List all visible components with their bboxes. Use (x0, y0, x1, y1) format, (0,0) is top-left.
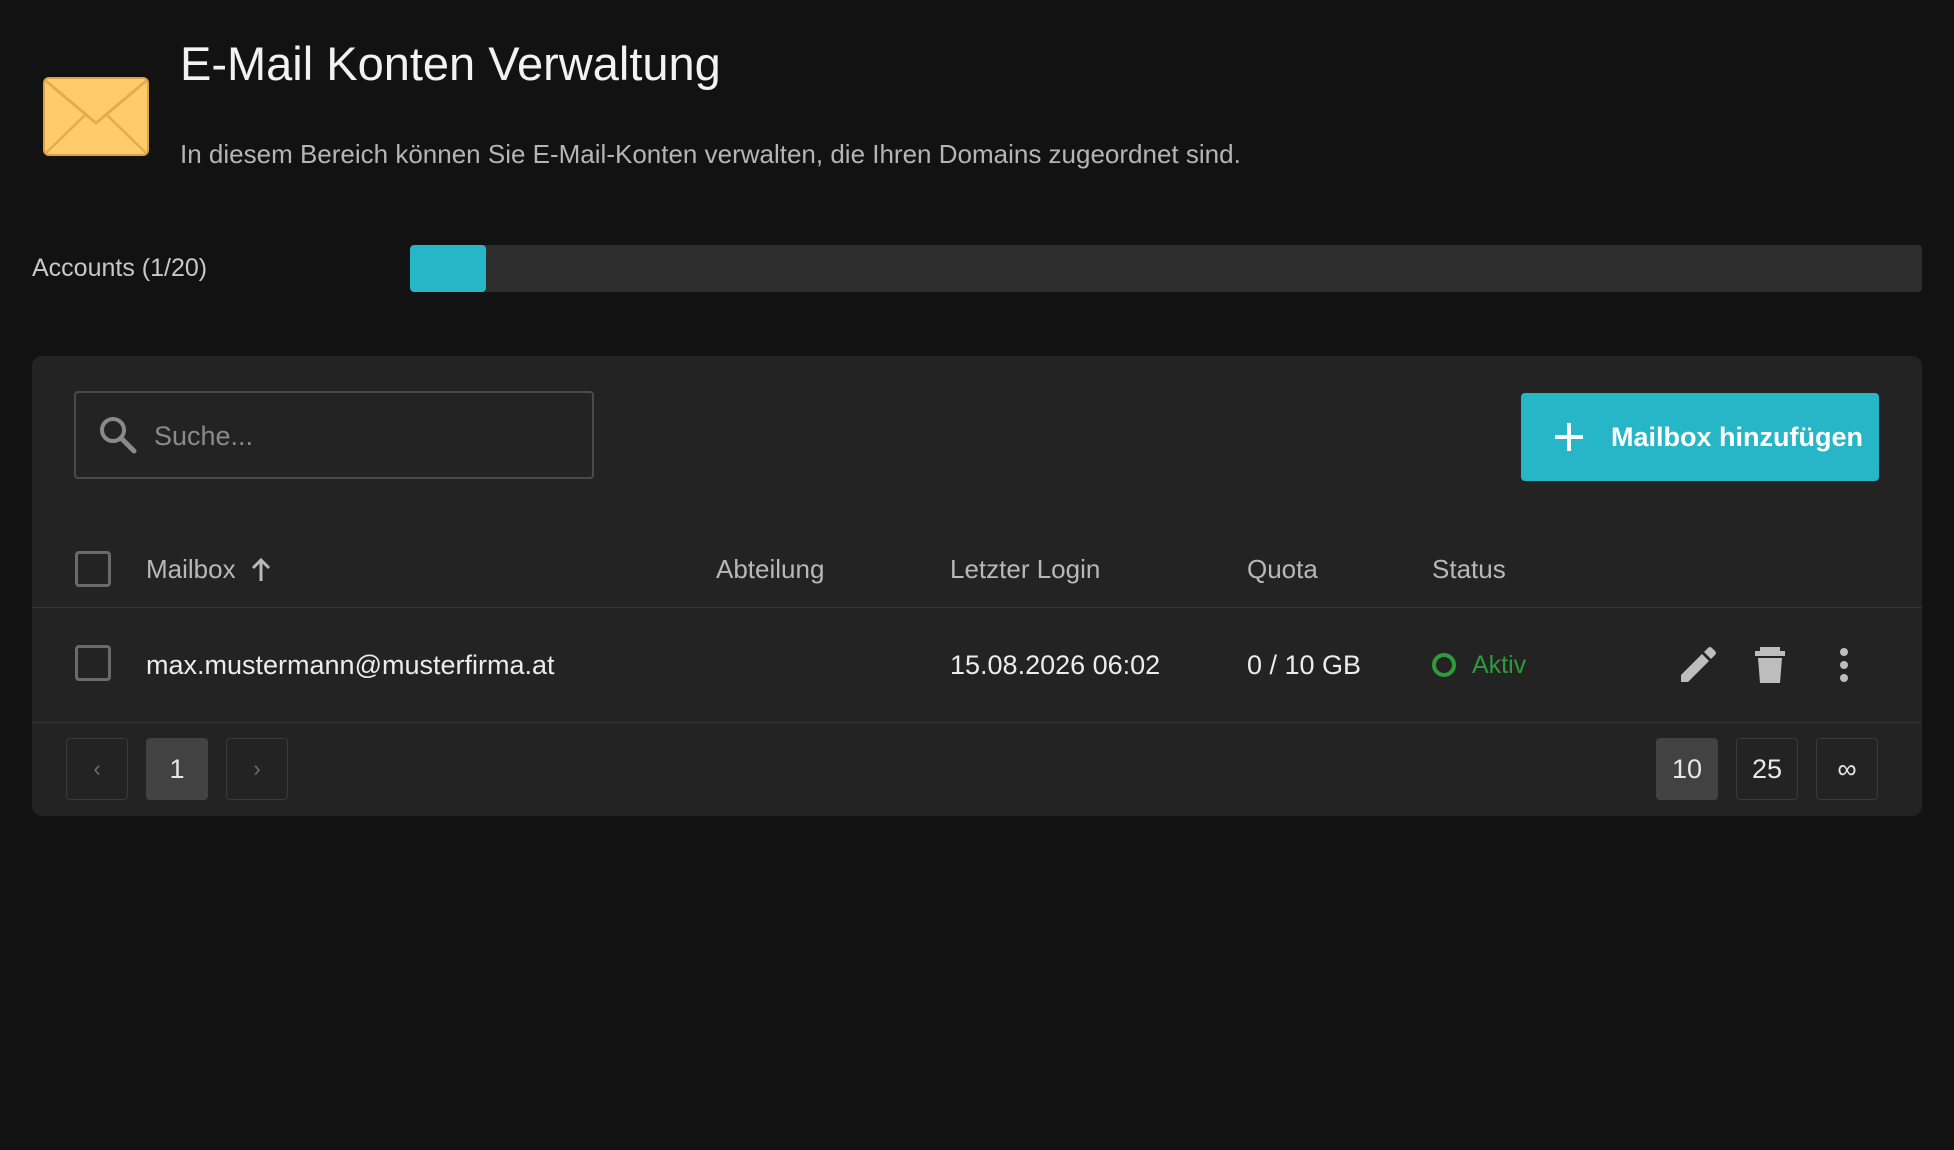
column-header-status[interactable]: Status (1432, 531, 1506, 607)
page-size-all-button[interactable]: ∞ (1816, 738, 1878, 800)
search-box[interactable] (74, 391, 594, 479)
page-subtitle: In diesem Bereich können Sie E-Mail-Kont… (180, 139, 1241, 169)
table-row[interactable]: max.mustermann@musterfirma.at 15.08.2026… (32, 608, 1922, 723)
column-header-letzter-login[interactable]: Letzter Login (950, 531, 1100, 607)
accounts-label: Accounts (1/20) (32, 254, 208, 282)
select-all-checkbox[interactable] (75, 551, 111, 587)
row-checkbox[interactable] (75, 645, 111, 681)
edit-icon[interactable] (1676, 643, 1720, 687)
accounts-progress-fill (410, 245, 486, 292)
page-size-10-button[interactable]: 10 (1656, 738, 1718, 800)
page: E-Mail Konten Verwaltung In diesem Berei… (0, 0, 1954, 1150)
more-options-icon[interactable] (1822, 643, 1866, 687)
search-icon (100, 417, 137, 454)
page-header: E-Mail Konten Verwaltung In diesem Berei… (0, 0, 1954, 200)
delete-icon[interactable] (1748, 643, 1792, 687)
next-page-button[interactable]: › (226, 738, 288, 800)
mailbox-table-card: Mailbox hinzufügen Mailbox Abteilung Let… (32, 356, 1922, 816)
plus-icon (1555, 423, 1583, 451)
page-button-1[interactable]: 1 (146, 738, 208, 800)
page-size-25-button[interactable]: 25 (1736, 738, 1798, 800)
status-active-icon (1432, 653, 1456, 677)
sort-ascending-icon[interactable] (250, 556, 272, 582)
page-title: E-Mail Konten Verwaltung (180, 37, 721, 90)
quota-cell: 0 / 10 GB (1247, 650, 1362, 680)
accounts-progress-bar (410, 245, 1922, 292)
add-mailbox-button[interactable]: Mailbox hinzufügen (1521, 393, 1879, 481)
column-header-mailbox-label: Mailbox (146, 554, 236, 584)
letzter-login-cell: 15.08.2026 06:02 (950, 650, 1161, 680)
status-badge: Aktiv (1472, 651, 1527, 679)
column-header-abteilung[interactable]: Abteilung (716, 531, 824, 607)
column-header-quota[interactable]: Quota (1247, 531, 1318, 607)
envelope-icon (43, 77, 149, 156)
table-header: Mailbox Abteilung Letzter Login Quota St… (32, 531, 1922, 608)
previous-page-button[interactable]: ‹ (66, 738, 128, 800)
mailbox-cell[interactable]: max.mustermann@musterfirma.at (146, 608, 555, 722)
column-header-mailbox[interactable]: Mailbox (146, 531, 272, 607)
search-input[interactable] (152, 393, 576, 479)
add-mailbox-label: Mailbox hinzufügen (1611, 421, 1863, 452)
status-cell: Aktiv (1432, 608, 1526, 722)
